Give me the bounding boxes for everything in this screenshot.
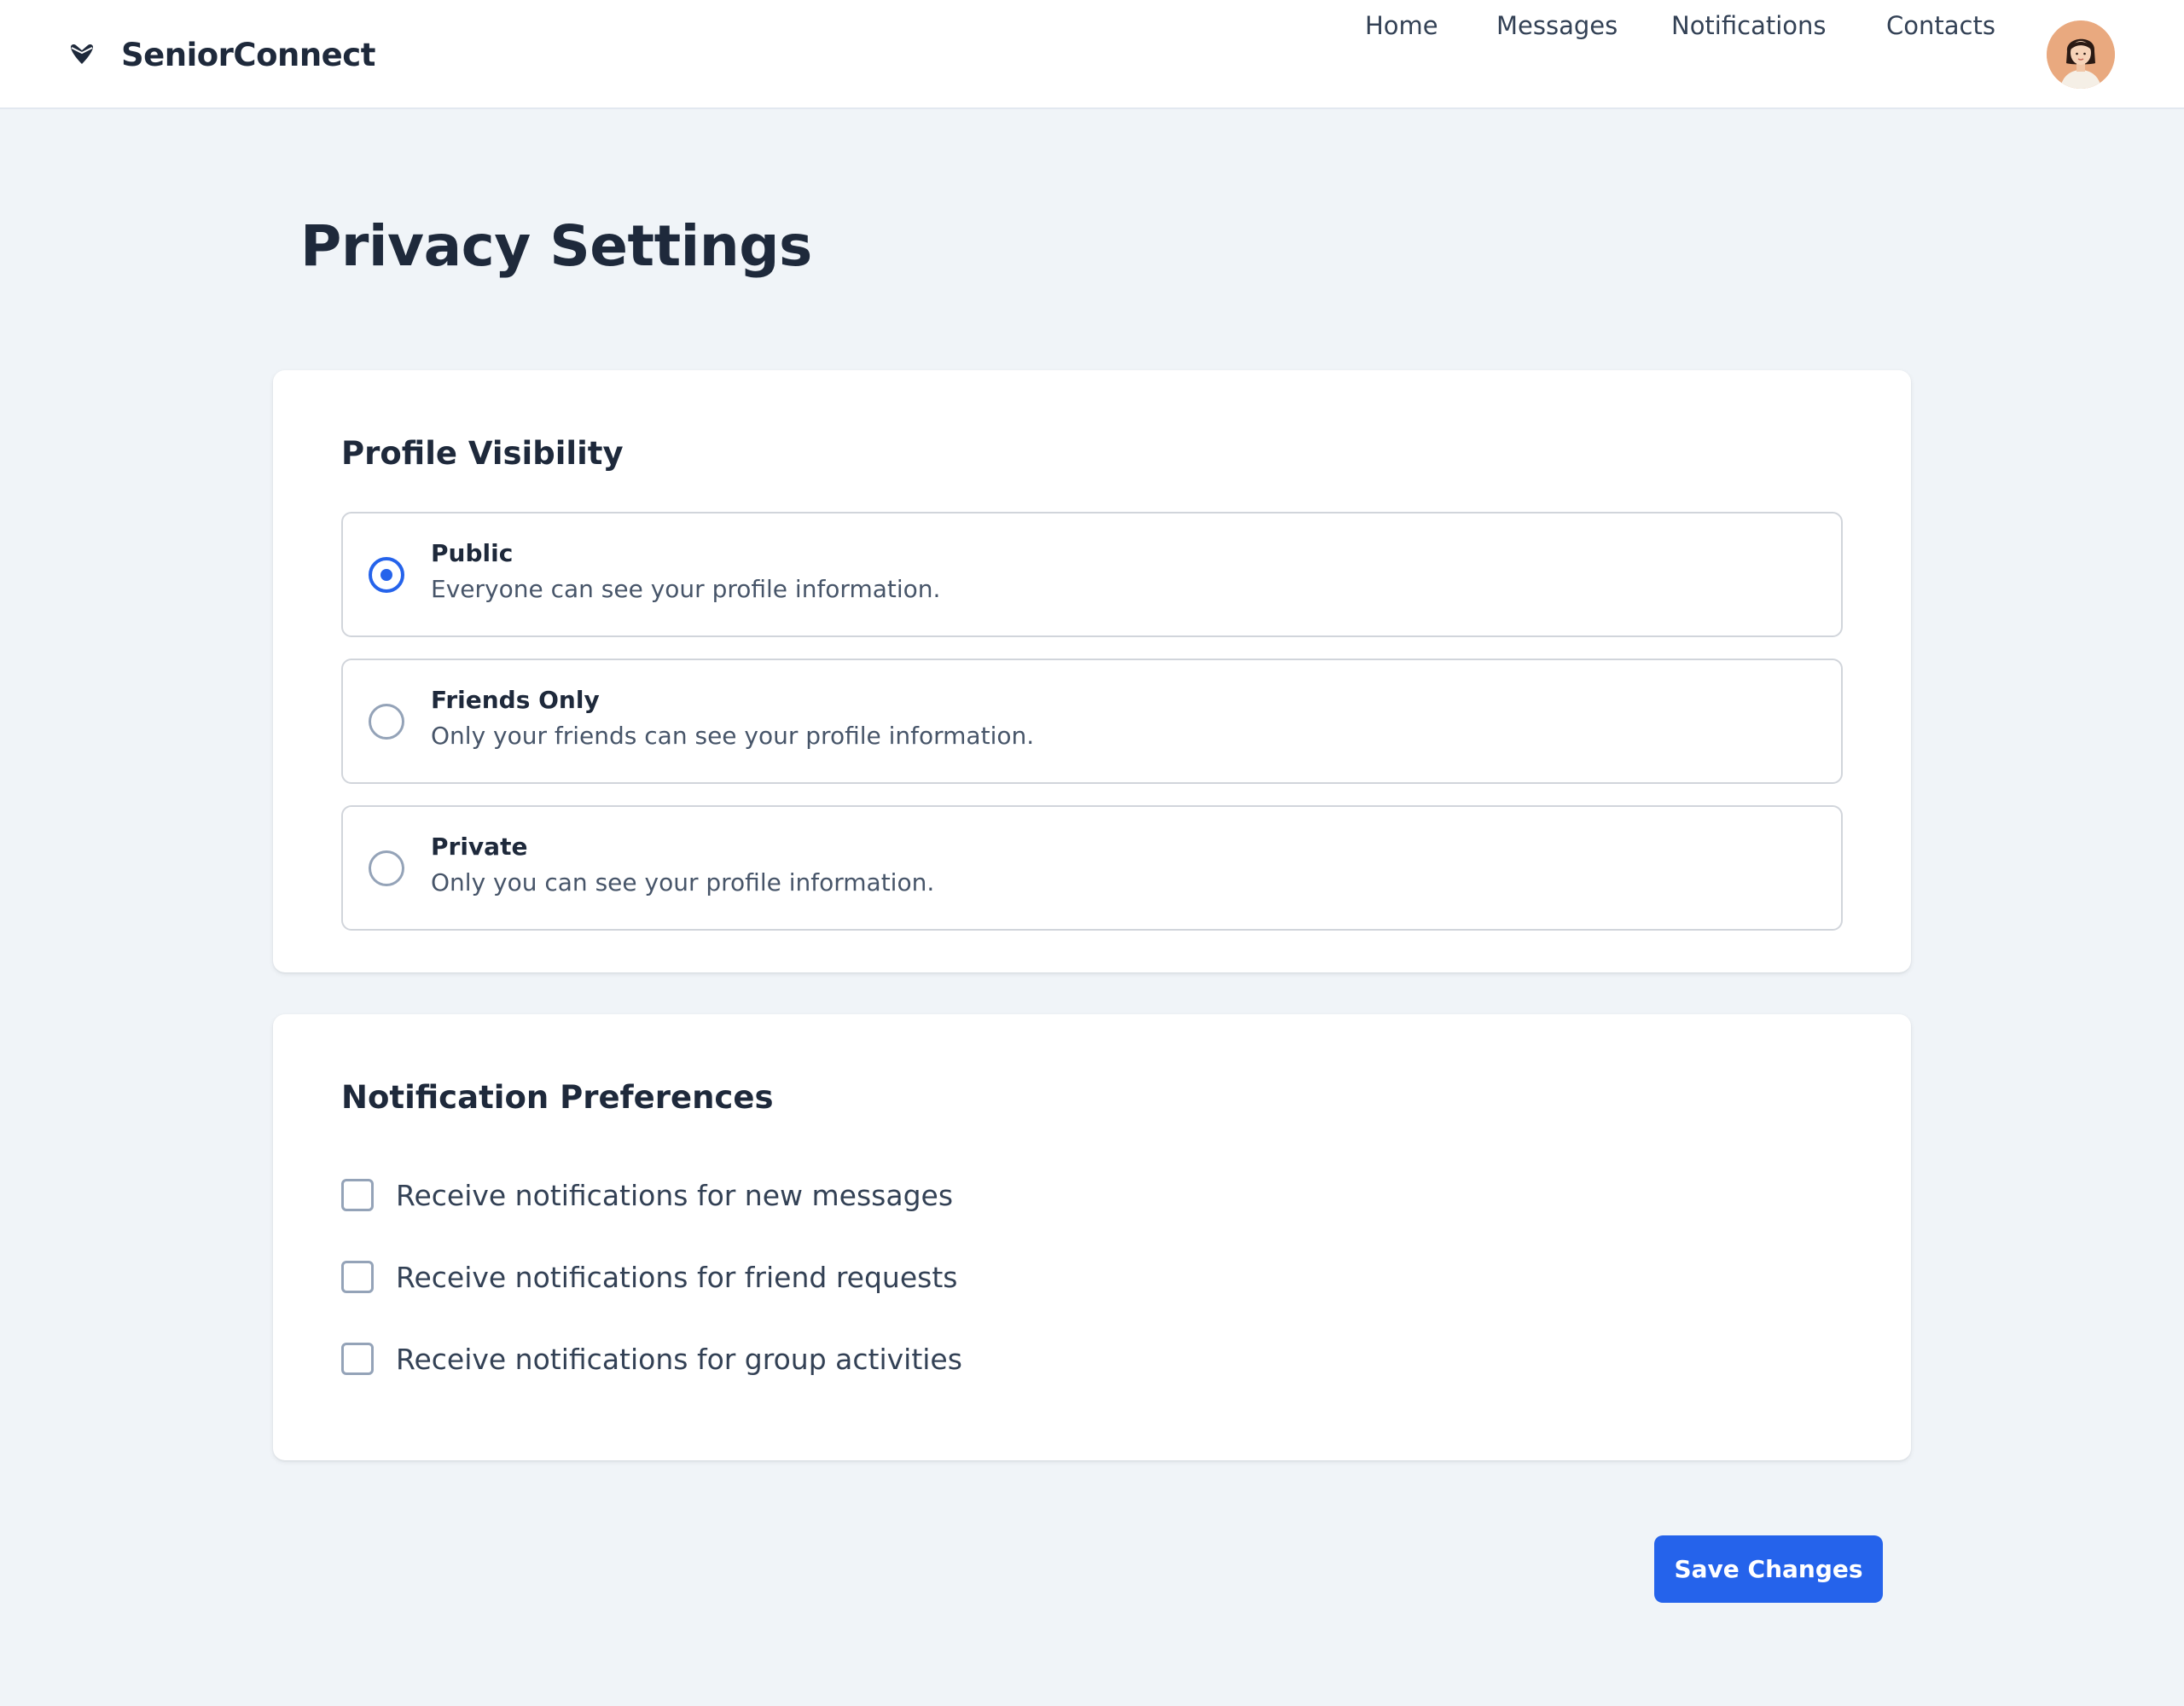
nav-home[interactable]: Home [1365,0,1438,51]
notify-friend-requests-checkbox[interactable] [341,1261,374,1293]
option-description: Only you can see your profile informatio… [431,868,935,897]
save-changes-button[interactable]: Save Changes [1654,1535,1883,1603]
option-label: Friends Only [431,686,600,714]
checkbox-label[interactable]: Receive notifications for friend request… [396,1261,957,1294]
notify-group-activities-row[interactable]: Receive notifications for group activiti… [341,1338,1536,1380]
notification-preferences-title: Notification Preferences [341,1079,774,1116]
profile-visibility-card: Profile Visibility Public Everyone can s… [273,370,1911,972]
user-avatar[interactable] [2047,20,2115,89]
notify-friend-requests-row[interactable]: Receive notifications for friend request… [341,1256,1536,1298]
heart-icon [68,41,96,68]
checkbox-label[interactable]: Receive notifications for group activiti… [396,1343,962,1376]
brand[interactable]: SeniorConnect [68,29,375,80]
nav-notifications[interactable]: Notifications [1671,0,1827,51]
option-label: Public [431,539,514,567]
radio-button-selected[interactable] [369,557,404,593]
notification-preferences-card: Notification Preferences Receive notific… [273,1014,1911,1460]
option-label: Private [431,833,528,861]
profile-visibility-title: Profile Visibility [341,435,624,472]
option-description: Only your friends can see your profile i… [431,722,1035,750]
visibility-option-public[interactable]: Public Everyone can see your profile inf… [341,512,1843,637]
nav-contacts[interactable]: Contacts [1886,0,1995,51]
notify-new-messages-row[interactable]: Receive notifications for new messages [341,1174,1536,1216]
visibility-option-friends-only[interactable]: Friends Only Only your friends can see y… [341,659,1843,784]
option-description: Everyone can see your profile informatio… [431,575,941,603]
nav-messages[interactable]: Messages [1496,0,1618,51]
radio-button[interactable] [369,704,404,740]
page-title: Privacy Settings [300,213,812,279]
avatar-icon [2047,20,2115,89]
top-navigation-bar: SeniorConnect Home Messages Notification… [0,0,2184,109]
notify-new-messages-checkbox[interactable] [341,1179,374,1211]
visibility-option-private[interactable]: Private Only you can see your profile in… [341,805,1843,931]
checkbox-label[interactable]: Receive notifications for new messages [396,1179,953,1212]
radio-button[interactable] [369,850,404,886]
notify-group-activities-checkbox[interactable] [341,1343,374,1375]
brand-name: SeniorConnect [121,36,375,73]
